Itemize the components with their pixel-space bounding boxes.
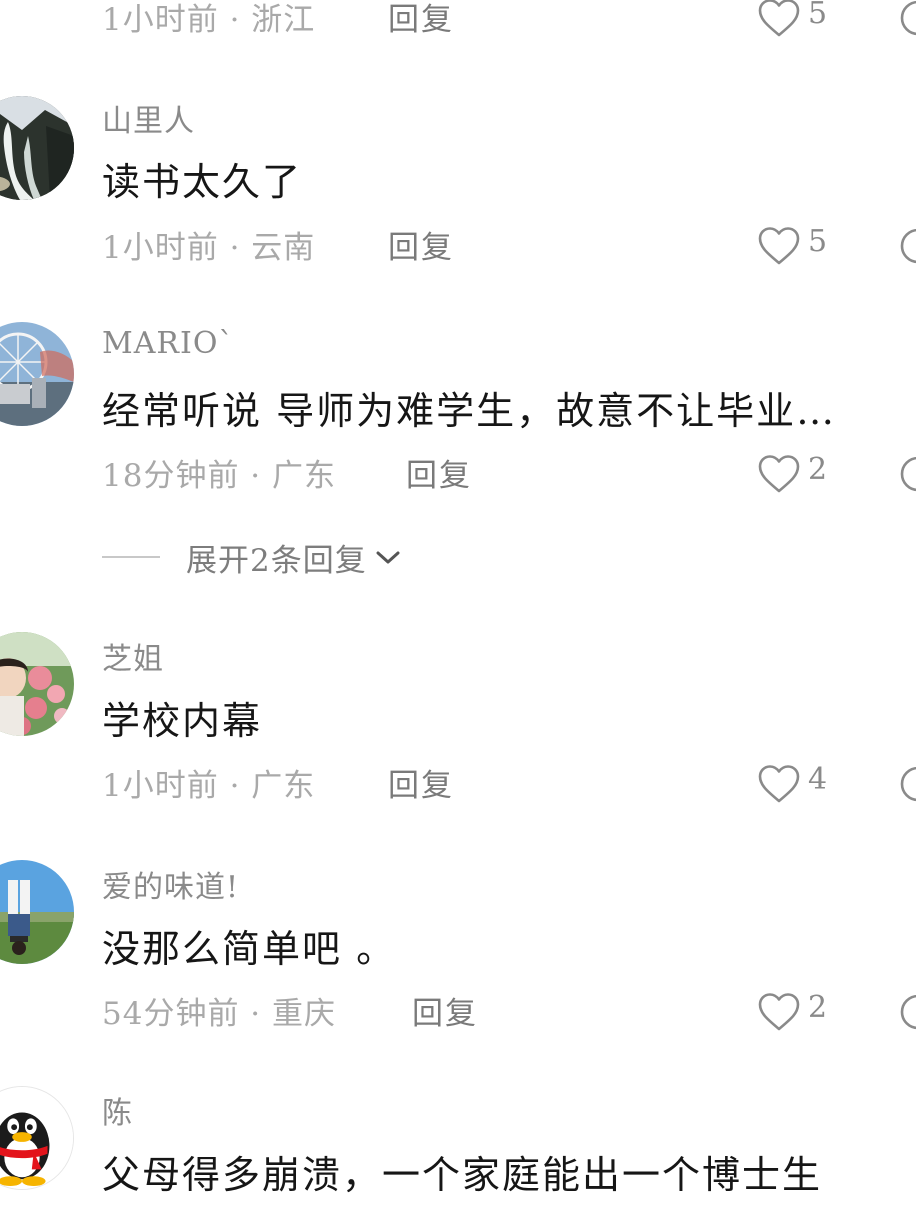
comment-text: 父母得多崩溃，一个家庭能出一个博士生	[102, 1153, 823, 1197]
like-count: 2	[808, 452, 828, 487]
reply-button[interactable]: 回复	[412, 988, 478, 1033]
comment-meta: 1小时前 · 广东	[102, 768, 316, 804]
dislike-icon[interactable]	[898, 226, 916, 266]
reply-button[interactable]: 回复	[388, 0, 454, 39]
comment-text: 学校内幕	[102, 699, 263, 743]
comment-meta: 1小时前 · 浙江	[102, 2, 316, 38]
comment-text: 读书太久了	[102, 160, 303, 204]
reply-button[interactable]: 回复	[388, 760, 454, 805]
avatar[interactable]	[0, 96, 74, 200]
heart-outline-icon[interactable]	[757, 226, 801, 266]
dislike-icon[interactable]	[898, 454, 916, 494]
dislike-icon[interactable]	[898, 992, 916, 1032]
avatar[interactable]	[0, 1086, 74, 1190]
like-count: 5	[808, 0, 828, 31]
comment-text: 经常听说 导师为难学生，故意不让毕业…	[102, 389, 837, 433]
heart-outline-icon[interactable]	[757, 764, 801, 804]
dislike-icon[interactable]	[898, 0, 916, 38]
reply-button[interactable]: 回复	[388, 222, 454, 267]
expand-divider	[102, 556, 160, 558]
chevron-down-icon	[373, 546, 403, 568]
comment-meta: 1小时前 · 云南	[102, 230, 316, 266]
avatar[interactable]	[0, 632, 74, 736]
heart-outline-icon[interactable]	[757, 992, 801, 1032]
like-count: 2	[808, 990, 828, 1025]
like-count: 4	[808, 762, 828, 797]
comment-author[interactable]: MARIO`	[102, 326, 234, 361]
comment-author[interactable]: 爱的味道!	[102, 862, 239, 906]
comment-author[interactable]: 山里人	[102, 96, 195, 140]
comment-text: 没那么简单吧 。	[102, 927, 397, 971]
comment-meta: 18分钟前 · 广东	[102, 458, 337, 494]
comment-author[interactable]: 芝姐	[102, 634, 164, 678]
reply-button[interactable]: 回复	[406, 450, 472, 495]
avatar[interactable]	[0, 322, 74, 426]
dislike-icon[interactable]	[898, 764, 916, 804]
comment-meta: 54分钟前 · 重庆	[102, 996, 337, 1032]
expand-replies-button[interactable]: 展开2条回复	[102, 535, 403, 579]
like-count: 5	[808, 224, 828, 259]
expand-replies-label: 展开2条回复	[186, 542, 367, 579]
avatar[interactable]	[0, 860, 74, 964]
heart-outline-icon[interactable]	[757, 0, 801, 38]
comment-author[interactable]: 陈	[102, 1088, 133, 1132]
heart-outline-icon[interactable]	[757, 454, 801, 494]
